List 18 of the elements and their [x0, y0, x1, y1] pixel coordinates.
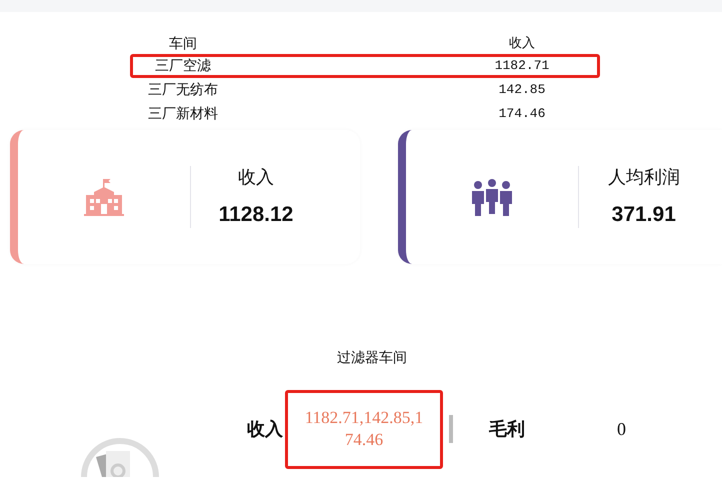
stat-label: 收入 — [237, 166, 275, 190]
profit-label: 毛利 — [489, 418, 525, 442]
income-label: 收入 — [247, 418, 283, 442]
stat-label: 人均利润 — [606, 166, 681, 190]
table-cell-text: 1182.71 — [494, 57, 550, 76]
table-cell-text: 三厂新材料 — [147, 104, 219, 124]
document-icon — [80, 437, 160, 477]
table-cell-text: 142.85 — [498, 81, 546, 100]
column-header: 收入 — [508, 35, 536, 54]
income-value: 1182.71,142.85,174.46 — [285, 390, 443, 468]
stat-value: 1128.12 — [218, 202, 294, 228]
column-header: 车间 — [168, 34, 198, 54]
stat-value: 371.91 — [610, 202, 677, 228]
table-cell-text: 174.46 — [498, 105, 546, 124]
table-cell-text: 三厂空滤 — [154, 56, 212, 76]
section-title: 过滤器车间 — [336, 349, 408, 368]
profit-value: 0 — [617, 418, 626, 440]
table-cell-text: 三厂无纺布 — [147, 80, 219, 100]
